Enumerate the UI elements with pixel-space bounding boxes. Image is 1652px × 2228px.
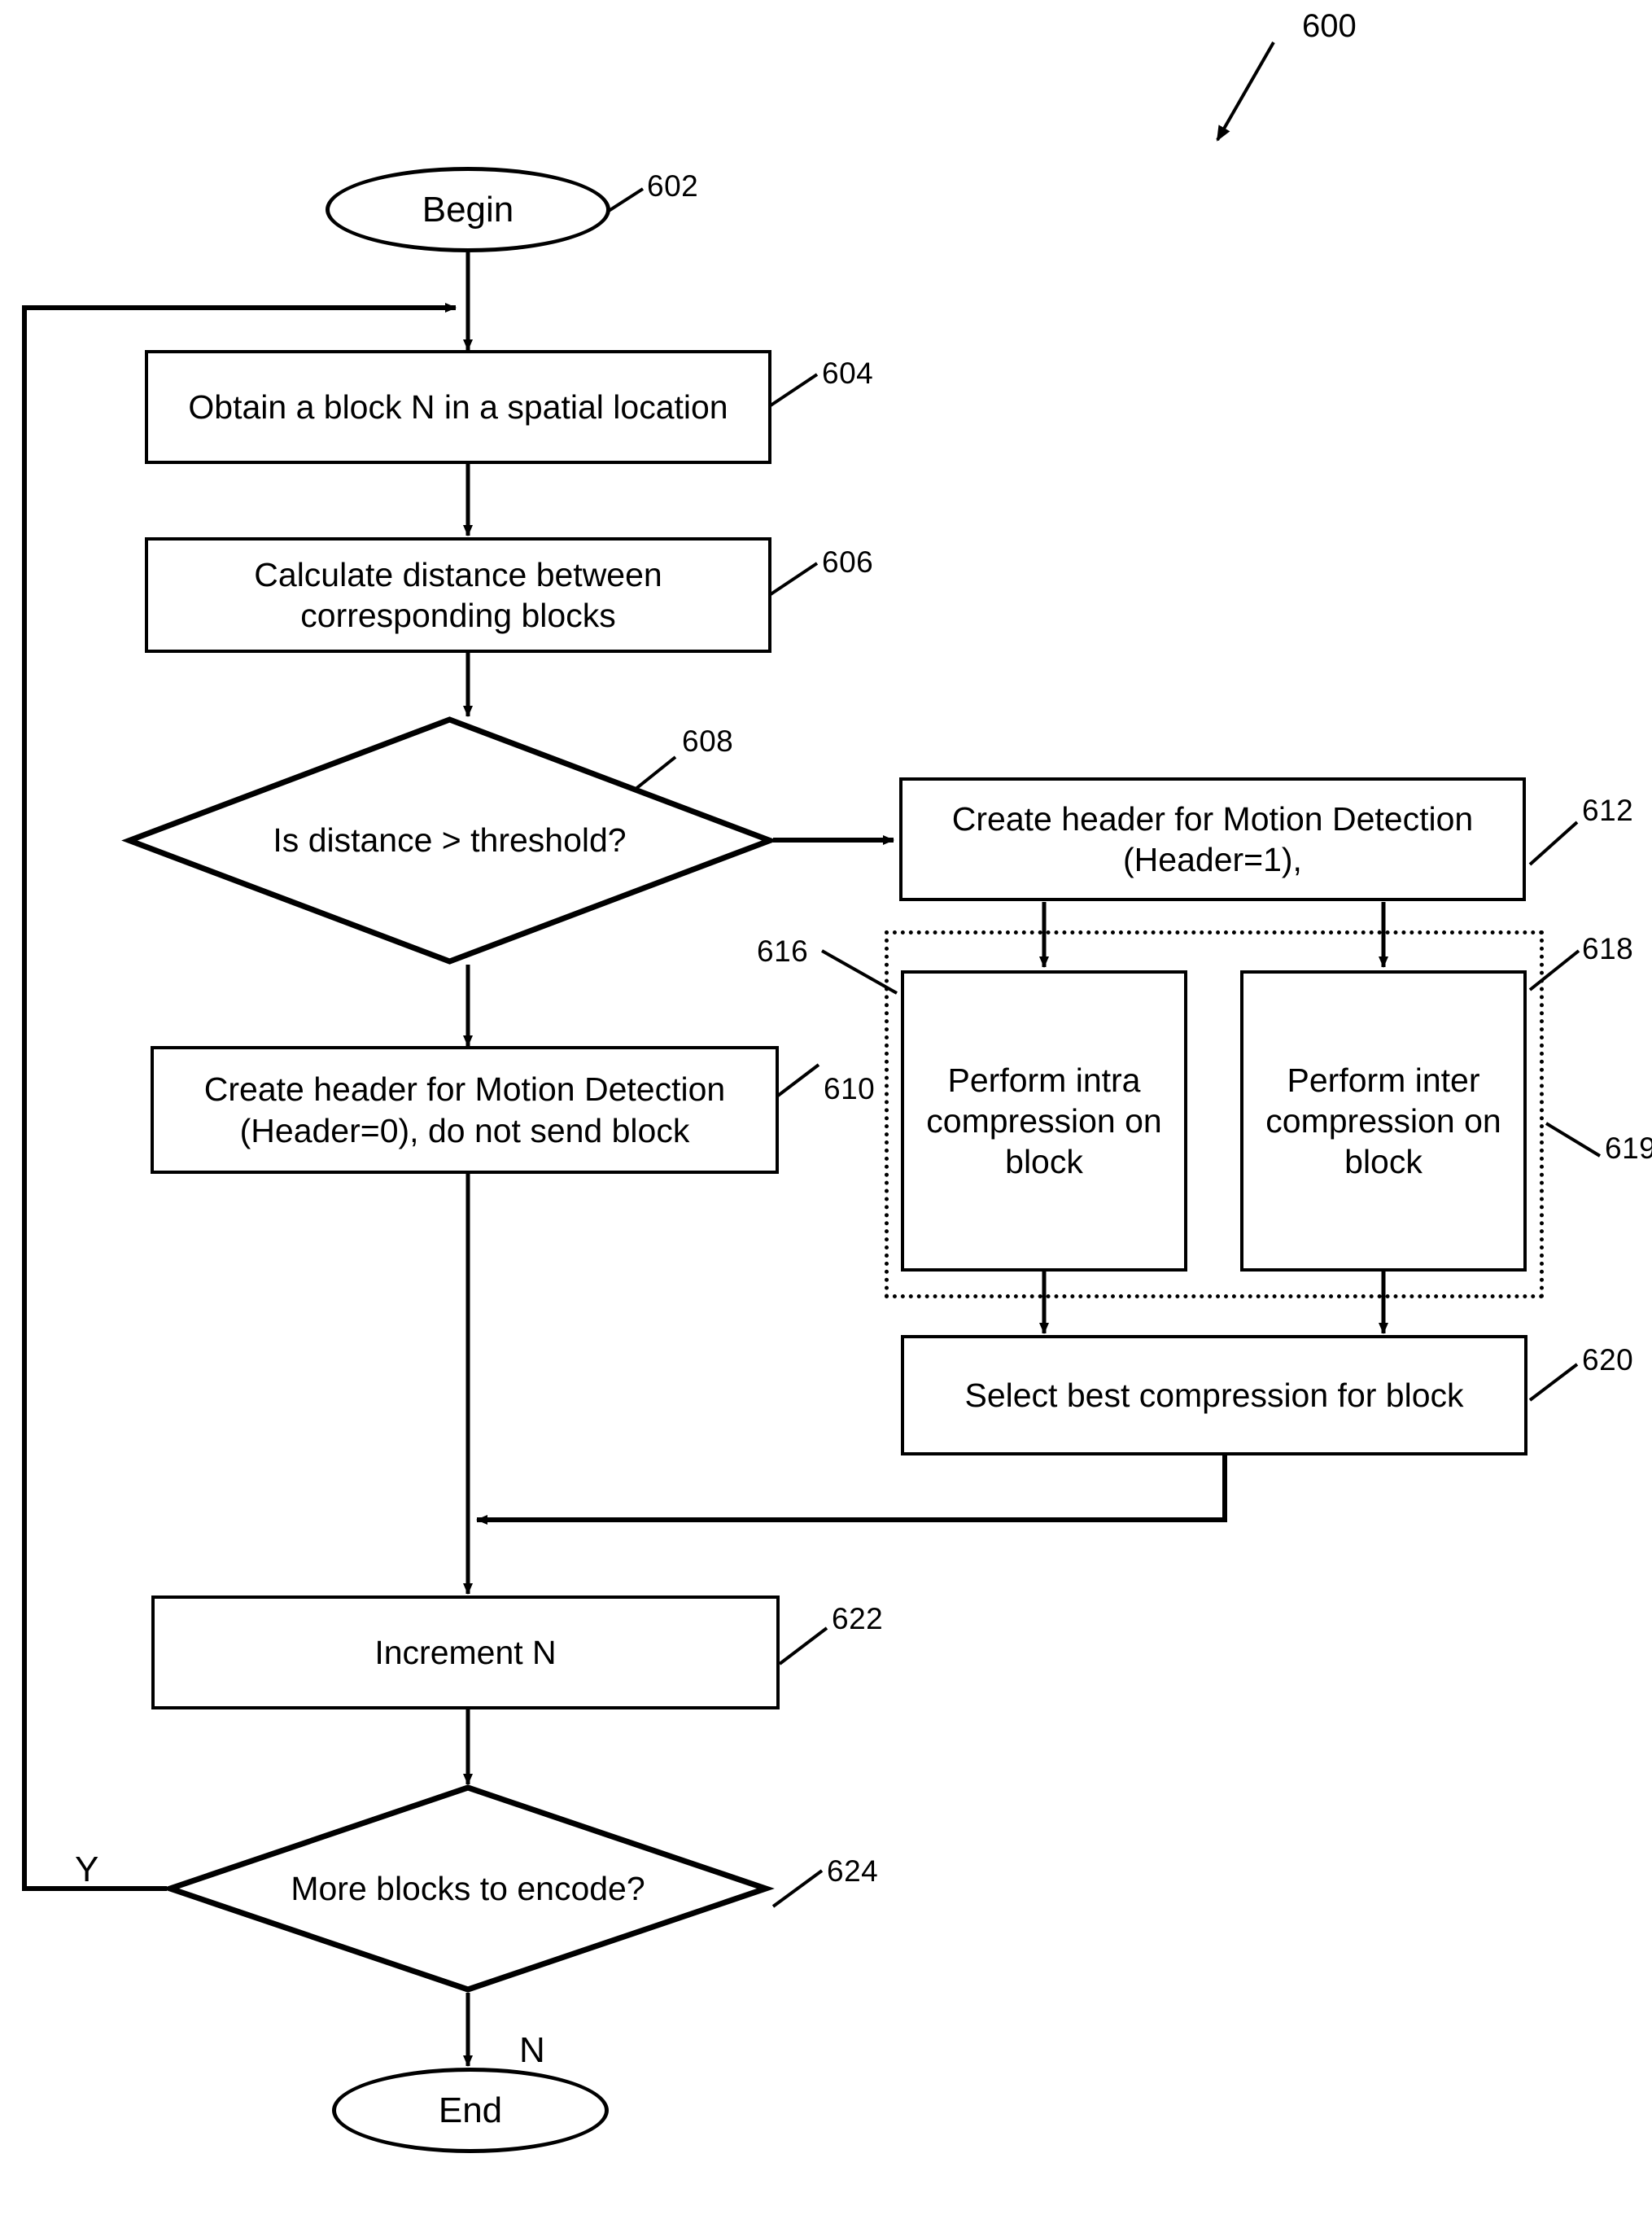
leader-624 xyxy=(771,1869,824,1908)
node-select-best[interactable]: Select best compression for block xyxy=(901,1335,1527,1455)
node-more-blocks-decision[interactable]: More blocks to encode? xyxy=(161,1784,775,1993)
leader-604 xyxy=(767,373,819,409)
node-inter-compression[interactable]: Perform inter compression on block xyxy=(1240,970,1527,1272)
leader-619 xyxy=(1545,1122,1602,1158)
leader-606 xyxy=(767,562,819,597)
branch-label-yes: Y xyxy=(75,1849,99,1889)
leader-620 xyxy=(1528,1363,1579,1402)
ref-620: 620 xyxy=(1582,1343,1634,1377)
node-distance-decision[interactable]: Is distance > threshold? xyxy=(121,716,778,965)
ref-606: 606 xyxy=(822,545,874,579)
ref-610: 610 xyxy=(824,1072,876,1105)
leader-622 xyxy=(778,1626,828,1666)
node-obtain-block[interactable]: Obtain a block N in a spatial location xyxy=(145,350,771,464)
edge-select-to-main-column xyxy=(476,1455,1227,1525)
ref-616: 616 xyxy=(757,935,809,968)
node-increment[interactable]: Increment N xyxy=(151,1595,780,1709)
ref-602: 602 xyxy=(647,169,699,203)
leader-612 xyxy=(1528,821,1579,866)
ref-618: 618 xyxy=(1582,932,1634,965)
node-begin-label: Begin xyxy=(422,189,514,230)
figure-pointer-arrow xyxy=(1216,42,1275,142)
node-header-one-label: Create header for Motion Detection (Head… xyxy=(951,799,1474,878)
node-inter-compression-label: Perform inter compression on block xyxy=(1265,1061,1501,1180)
node-obtain-block-label: Obtain a block N in a spatial location xyxy=(188,387,728,426)
node-header-zero[interactable]: Create header for Motion Detection (Head… xyxy=(151,1046,779,1174)
ref-608: 608 xyxy=(682,724,734,758)
node-end[interactable]: End xyxy=(332,2068,609,2153)
branch-label-no: N xyxy=(519,2030,545,2070)
ref-612: 612 xyxy=(1582,794,1634,827)
ref-622: 622 xyxy=(832,1602,884,1635)
node-select-best-label: Select best compression for block xyxy=(964,1376,1464,1414)
node-calculate-distance-label: Calculate distance between corresponding… xyxy=(254,555,662,634)
figure-number: 600 xyxy=(1302,8,1357,44)
node-end-label: End xyxy=(438,2090,503,2130)
ref-604: 604 xyxy=(822,357,874,390)
node-header-zero-label: Create header for Motion Detection (Head… xyxy=(203,1070,726,1149)
node-calculate-distance[interactable]: Calculate distance between corresponding… xyxy=(145,537,771,653)
ref-624: 624 xyxy=(827,1854,879,1888)
node-increment-label: Increment N xyxy=(374,1633,557,1671)
ref-619: 619 xyxy=(1605,1132,1652,1165)
node-begin[interactable]: Begin xyxy=(326,167,610,252)
node-header-one[interactable]: Create header for Motion Detection (Head… xyxy=(899,777,1526,901)
node-intra-compression-label: Perform intra compression on block xyxy=(926,1061,1162,1180)
node-intra-compression[interactable]: Perform intra compression on block xyxy=(901,970,1187,1272)
flowchart-canvas: 600 Begin 602 Obtain a block N in a spat… xyxy=(0,0,1652,2228)
